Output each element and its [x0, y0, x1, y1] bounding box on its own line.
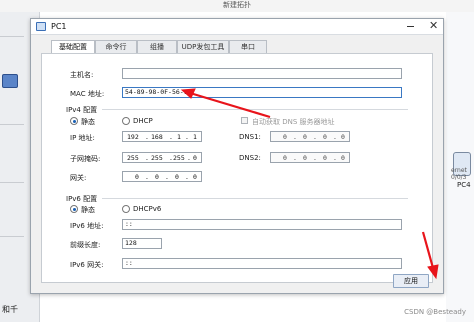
ip-dot: .: [313, 154, 317, 162]
subnet-mask-input[interactable]: 255 . 255 . 255 . 0: [122, 152, 202, 163]
ip-dot: .: [165, 173, 169, 181]
dns1-input[interactable]: 0 . 0 . 0 . 0: [270, 131, 350, 142]
ip-octet: 0: [135, 173, 139, 181]
ip-dot: .: [293, 154, 297, 162]
ipv4-dhcp-label: DHCP: [133, 117, 153, 125]
ip-octet: 0: [193, 154, 197, 162]
ipv6-dhcp-label: DHCPv6: [133, 205, 162, 213]
gateway-input[interactable]: 0 . 0 . 0 . 0: [122, 171, 202, 182]
hostname-input[interactable]: [122, 68, 402, 79]
dialog-titlebar[interactable]: PC1 ✕: [31, 19, 443, 35]
tab-udp-tool[interactable]: UDP发包工具: [177, 40, 229, 53]
ip-dot: .: [145, 133, 149, 141]
section-divider: [102, 109, 408, 110]
ipv4-section-label: IPv4 配置: [66, 106, 98, 114]
ipv4-static-radio[interactable]: [70, 117, 78, 125]
apply-button[interactable]: 应用: [393, 274, 429, 288]
ipv6-section-label: IPv6 配置: [66, 195, 98, 203]
section-divider: [102, 198, 408, 199]
ip-octet: 1: [177, 133, 181, 141]
dns2-input[interactable]: 0 . 0 . 0 . 0: [270, 152, 350, 163]
ip-octet: 0: [323, 154, 327, 162]
device-icon[interactable]: [2, 74, 18, 88]
ip-dot: .: [145, 173, 149, 181]
ipv6-static-radio[interactable]: [70, 205, 78, 213]
ipv6-dhcp-radio[interactable]: [122, 205, 130, 213]
auto-dns-label: 自动获取 DNS 服务器地址: [252, 118, 335, 126]
dns1-label: DNS1:: [239, 133, 261, 141]
prefix-length-input[interactable]: 128: [122, 238, 162, 249]
ipv6-address-input[interactable]: ::: [122, 219, 402, 230]
watermark: CSDN @Besteady: [404, 308, 466, 316]
ip-dot: .: [333, 154, 337, 162]
subnet-mask-label: 子网掩码:: [70, 155, 101, 163]
tab-command-line[interactable]: 命令行: [95, 40, 137, 53]
tab-serial[interactable]: 串口: [229, 40, 267, 53]
ipv6-gateway-label: IPv6 网关:: [70, 261, 104, 269]
ip-octet: 255: [151, 154, 163, 162]
ip-octet: 0: [323, 133, 327, 141]
ip-dot: .: [185, 133, 189, 141]
app-title: 新建拓扑: [0, 0, 474, 12]
ip-dot: .: [293, 133, 297, 141]
ip-dot: .: [145, 154, 149, 162]
ip-octet: 0: [341, 133, 345, 141]
ip-dot: .: [313, 133, 317, 141]
tab-multicast[interactable]: 组播: [137, 40, 177, 53]
ip-octet: 0: [283, 133, 287, 141]
ip-dot: .: [185, 173, 189, 181]
ip-octet: 0: [155, 173, 159, 181]
interface-label: ernet 0/0/3: [451, 167, 467, 181]
ipv4-dhcp-radio[interactable]: [122, 117, 130, 125]
basic-config-panel: 主机名: MAC 地址: 54-89-98-0F-56-11 IPv4 配置 静…: [41, 53, 433, 283]
ipv6-address-label: IPv6 地址:: [70, 222, 104, 230]
ip-octet: 255: [127, 154, 139, 162]
close-icon[interactable]: ✕: [429, 20, 438, 32]
toolbar-divider: [0, 36, 24, 37]
ip-octet: 0: [193, 173, 197, 181]
ip-octet: 0: [283, 154, 287, 162]
ip-octet: 0: [303, 133, 307, 141]
device-label: PC4: [457, 181, 471, 189]
ip-octet: 1: [193, 133, 197, 141]
ipv6-static-label: 静态: [81, 206, 95, 214]
ipv4-static-label: 静态: [81, 118, 95, 126]
ip-dot: .: [333, 133, 337, 141]
mac-label: MAC 地址:: [70, 90, 105, 98]
auto-dns-checkbox[interactable]: [241, 117, 248, 124]
ip-octet: 255: [173, 154, 185, 162]
dns2-label: DNS2:: [239, 154, 261, 162]
ip-octet: 0: [341, 154, 345, 162]
ip-dot: .: [187, 154, 191, 162]
ip-address-input[interactable]: 192 . 168 . 1 . 1: [122, 131, 202, 142]
prefix-length-label: 前缀长度:: [70, 241, 101, 249]
mac-input[interactable]: 54-89-98-0F-56-11: [122, 87, 402, 98]
hostname-label: 主机名:: [70, 71, 94, 79]
ip-octet: 192: [127, 133, 139, 141]
ipv6-gateway-input[interactable]: ::: [122, 258, 402, 269]
ip-octet: 168: [151, 133, 163, 141]
pc-config-dialog: PC1 ✕ 基础配置 命令行 组播 UDP发包工具 串口 主机名: MAC 地址…: [30, 18, 444, 294]
ip-address-label: IP 地址:: [70, 134, 95, 142]
toolbar-divider: [0, 236, 24, 237]
ip-octet: 0: [303, 154, 307, 162]
tab-basic-config[interactable]: 基础配置: [51, 40, 95, 54]
pc-icon: [36, 22, 46, 31]
left-panel-text: 和千: [2, 305, 18, 314]
minimize-icon[interactable]: [407, 26, 414, 27]
dialog-title: PC1: [51, 22, 67, 31]
ip-octet: 0: [175, 173, 179, 181]
toolbar-divider: [0, 124, 24, 125]
gateway-label: 网关:: [70, 174, 87, 182]
ip-dot: .: [169, 133, 173, 141]
toolbar-divider: [0, 182, 24, 183]
